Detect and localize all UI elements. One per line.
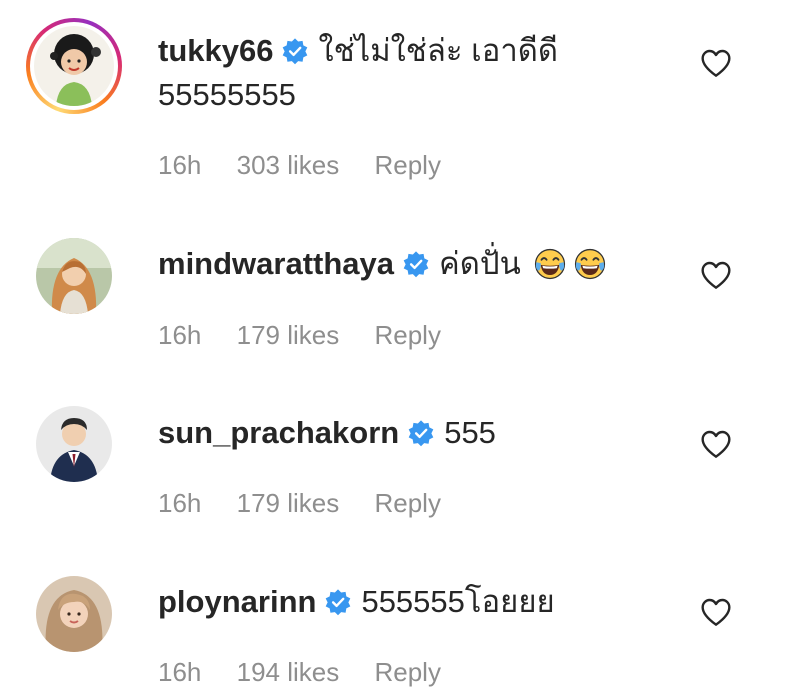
heart-outline-icon[interactable] xyxy=(700,597,732,627)
avatar xyxy=(34,26,114,106)
heart-outline-icon[interactable] xyxy=(700,48,732,78)
heart-outline-icon[interactable] xyxy=(700,260,732,290)
comment-likes-count[interactable]: 194 likes xyxy=(237,657,340,687)
reply-button[interactable]: Reply xyxy=(374,488,440,518)
comment-text: 555 xyxy=(444,415,496,450)
avatar[interactable] xyxy=(36,406,112,482)
verified-badge-icon xyxy=(403,251,429,278)
comment-timestamp[interactable]: 16h xyxy=(158,320,201,350)
reply-button[interactable]: Reply xyxy=(374,150,440,180)
comment-timestamp[interactable]: 16h xyxy=(158,488,201,518)
verified-badge-icon xyxy=(283,38,308,65)
comment-likes-count[interactable]: 179 likes xyxy=(237,320,340,350)
comment-username[interactable]: mindwaratthaya xyxy=(158,245,394,283)
face-with-tears-of-joy-icon xyxy=(574,248,605,280)
comment-username[interactable]: ploynarinn xyxy=(158,583,316,621)
comment-likes-count[interactable]: 179 likes xyxy=(237,488,340,518)
comment-text: 555555โอยยย xyxy=(361,584,555,619)
comment-username[interactable]: tukky66 xyxy=(158,32,273,70)
comment-timestamp[interactable]: 16h xyxy=(158,150,201,180)
comment-text: ค่ดปั่น xyxy=(439,246,521,281)
comment-text: ใช่ไม่ใช่ล่ะ เอาดีดี xyxy=(318,33,558,68)
comment-timestamp[interactable]: 16h xyxy=(158,657,201,687)
avatar-story-ring[interactable] xyxy=(26,18,122,114)
heart-outline-icon[interactable] xyxy=(700,429,732,459)
verified-badge-icon xyxy=(326,589,351,616)
reply-button[interactable]: Reply xyxy=(374,657,440,687)
comment-username[interactable]: sun_prachakorn xyxy=(158,414,399,452)
comment-likes-count[interactable]: 303 likes xyxy=(237,150,340,180)
avatar[interactable] xyxy=(36,238,112,314)
comment-text-continued: 55555555 xyxy=(158,77,296,112)
face-with-tears-of-joy-icon xyxy=(534,248,565,280)
verified-badge-icon xyxy=(408,420,434,447)
reply-button[interactable]: Reply xyxy=(374,320,440,350)
avatar[interactable] xyxy=(36,576,112,652)
